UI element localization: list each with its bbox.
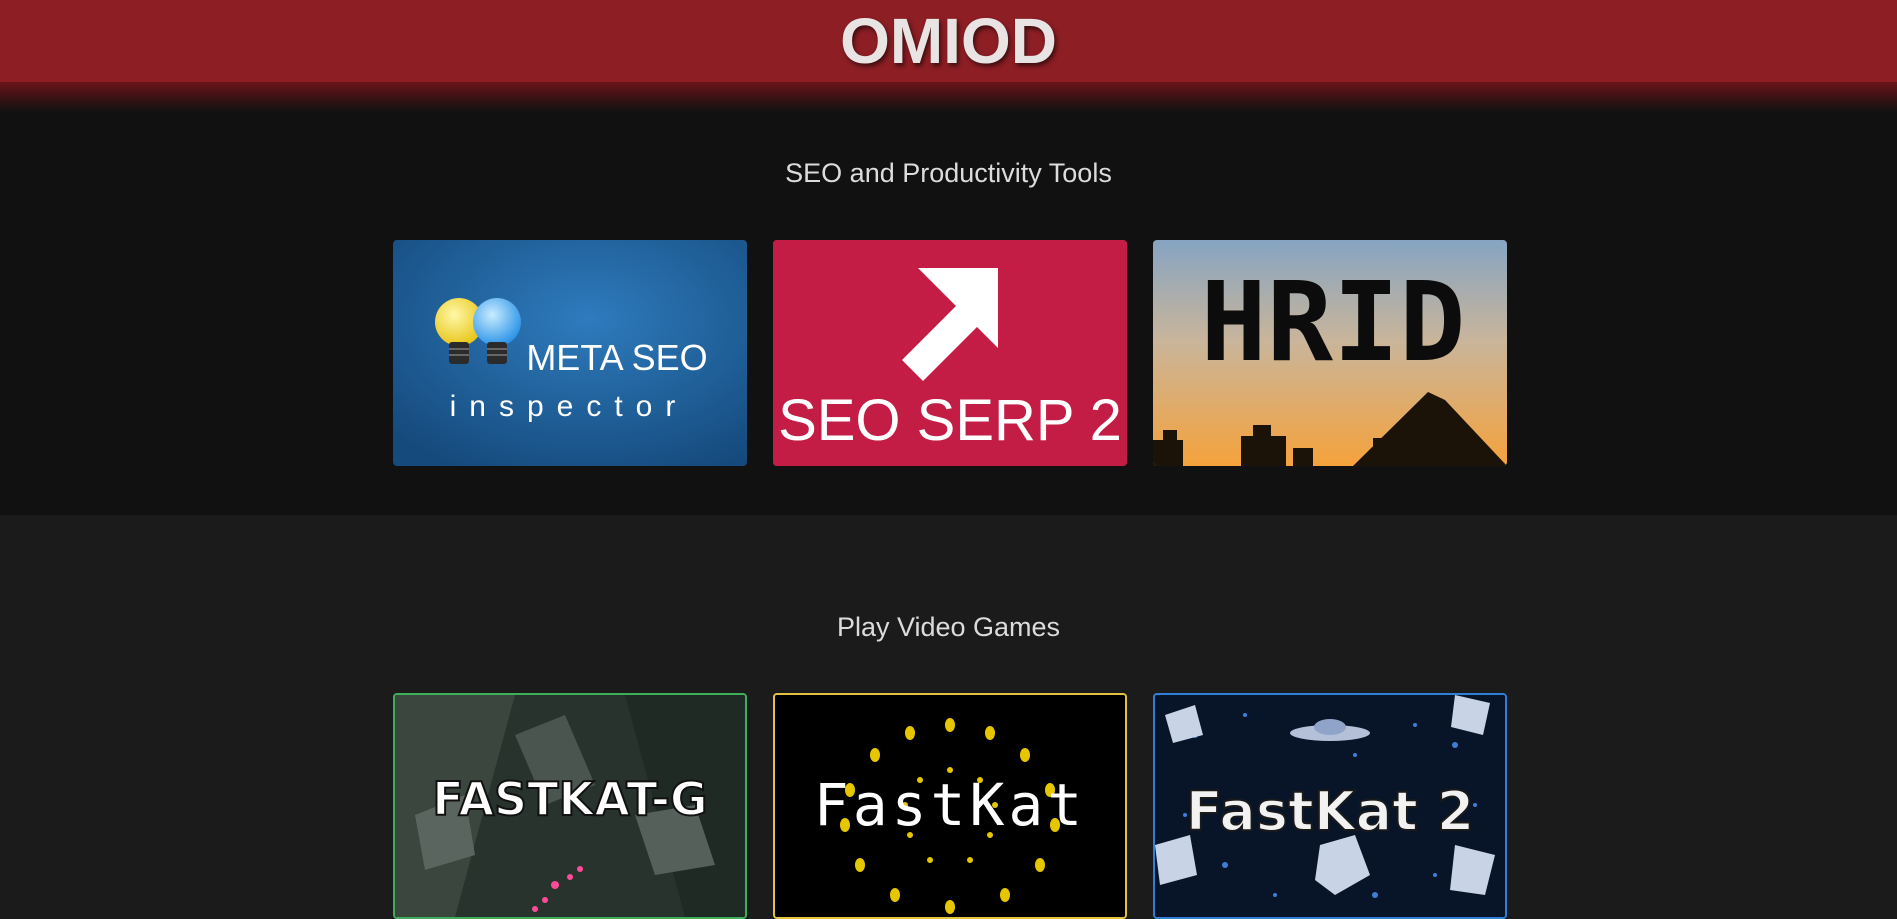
hrid-title: HRID [1201,258,1466,386]
fastkat-2-card-image: FastKat 2 [1155,695,1505,917]
meta-seo-title: META SEO [526,337,707,378]
seo-serp-title: SEO SERP 2 [778,388,1122,453]
fastkat-card-image: FastKat [775,695,1125,917]
fastkat-g-card[interactable]: FASTKAT-G [393,693,747,919]
games-section-heading: Play Video Games [836,612,1061,642]
fastkat-2-card[interactable]: FastKat 2 [1153,693,1507,919]
meta-seo-subtitle: inspector [450,390,689,423]
meta-seo-inspector-card[interactable]: META SEO inspector [393,240,747,466]
hrid-card-image: HRID [1153,240,1507,466]
header-shadow [0,82,1897,112]
fastkat-g-title: FASTKAT-G [432,772,707,826]
fastkat-2-title: FastKat 2 [1186,780,1475,843]
seo-serp-card-image: SEO SERP 2 [773,240,1127,466]
fastkat-title: FastKat [814,771,1086,839]
site-header: OMIOD [0,0,1897,82]
fastkat-card[interactable]: FastKat [773,693,1127,919]
hrid-card[interactable]: HRID [1153,240,1507,466]
tools-section-heading: SEO and Productivity Tools [785,158,1112,188]
fastkat-g-card-image: FASTKAT-G [395,695,745,917]
meta-seo-card-image: META SEO inspector [393,240,747,466]
seo-serp-2-card[interactable]: SEO SERP 2 [773,240,1127,466]
site-title[interactable]: OMIOD [0,4,1897,78]
